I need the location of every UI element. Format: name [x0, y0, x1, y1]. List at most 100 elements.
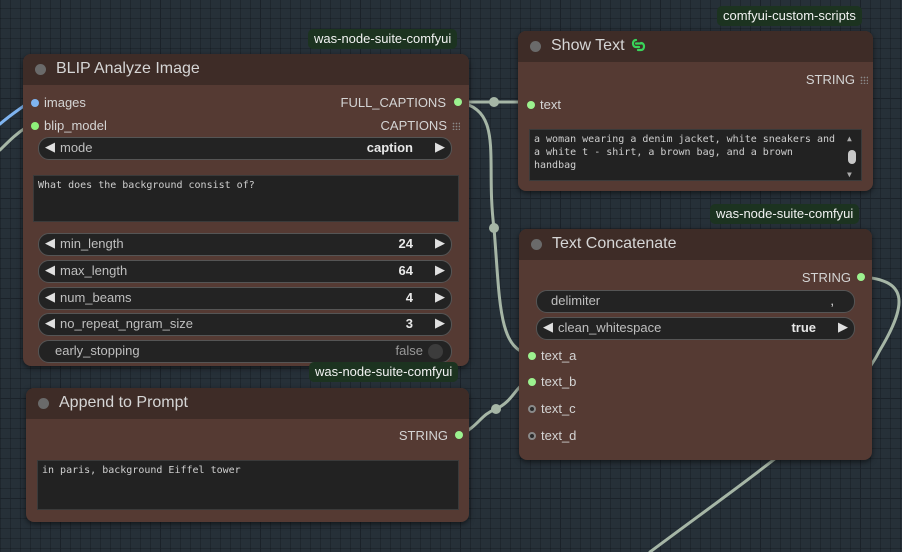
- input-label-text-c: text_c: [541, 401, 576, 416]
- min-length-value: 24: [398, 236, 413, 251]
- no-repeat-ngram-size-value: 3: [405, 316, 413, 331]
- input-slot-text-c[interactable]: text_c: [528, 401, 576, 416]
- append-node-header[interactable]: Append to Prompt: [26, 388, 469, 419]
- no-repeat-ngram-size-number[interactable]: ◀ no_repeat_ngram_size 3 ▶: [38, 313, 452, 336]
- toggle-knob-icon[interactable]: [428, 344, 443, 359]
- question-textarea[interactable]: What does the background consist of?: [33, 175, 459, 222]
- append-source-badge: was-node-suite-comfyui: [309, 362, 459, 382]
- left-arrow-icon[interactable]: ◀: [45, 139, 55, 155]
- concat-node-header[interactable]: Text Concatenate: [519, 229, 872, 260]
- show-text-node-header[interactable]: Show Text: [518, 31, 873, 62]
- output-dot-string-icon[interactable]: [455, 431, 463, 439]
- increment-arrow-icon[interactable]: ▶: [435, 262, 445, 278]
- input-slot-text-b[interactable]: text_b: [528, 374, 577, 389]
- string-slot-dot-icon[interactable]: [528, 352, 536, 360]
- max-length-value: 64: [398, 263, 413, 278]
- blip-node-title: BLIP Analyze Image: [56, 60, 200, 77]
- min-length-label: min_length: [60, 236, 124, 251]
- scroll-down-arrow-icon[interactable]: ▼: [847, 168, 852, 180]
- early-stopping-toggle[interactable]: early_stopping false: [38, 340, 452, 363]
- delimiter-label: delimiter: [551, 293, 601, 308]
- show-text-node[interactable]: Show Text STRING text a woman wearing a …: [518, 31, 873, 191]
- output-dot-full-captions-icon[interactable]: [454, 98, 462, 106]
- input-label-text-d: text_d: [541, 428, 577, 443]
- min-length-number[interactable]: ◀ min_length 24 ▶: [38, 233, 452, 256]
- output-slot-string[interactable]: STRING: [806, 72, 868, 87]
- left-arrow-icon[interactable]: ◀: [543, 319, 553, 335]
- output-dot-string-icon[interactable]: [857, 273, 865, 281]
- input-label-images: images: [44, 95, 86, 110]
- output-slot-string[interactable]: STRING: [802, 270, 851, 285]
- input-label-text-a: text_a: [541, 348, 577, 363]
- input-slot-text[interactable]: text: [527, 97, 561, 112]
- show-text-node-title: Show Text: [551, 37, 625, 54]
- increment-arrow-icon[interactable]: ▶: [435, 315, 445, 331]
- decrement-arrow-icon[interactable]: ◀: [45, 315, 55, 331]
- image-slot-dot-icon[interactable]: [31, 99, 39, 107]
- blip-node-source-badge: was-node-suite-comfyui: [308, 29, 458, 49]
- concat-node-title: Text Concatenate: [552, 235, 677, 252]
- collapse-dot-icon[interactable]: [530, 41, 541, 52]
- clean-whitespace-combo[interactable]: ◀ clean_whitespace true ▶: [536, 317, 855, 340]
- link-reroute-dot: [489, 223, 499, 233]
- append-to-prompt-node[interactable]: Append to Prompt STRING in paris, backgr…: [26, 388, 469, 522]
- list-grid-icon: [860, 76, 868, 84]
- increment-arrow-icon[interactable]: ▶: [435, 289, 445, 305]
- append-textarea[interactable]: in paris, background Eiffel tower: [37, 460, 459, 510]
- decrement-arrow-icon[interactable]: ◀: [45, 235, 55, 251]
- input-slot-text-a[interactable]: text_a: [528, 348, 577, 363]
- input-label-text-b: text_b: [541, 374, 577, 389]
- increment-arrow-icon[interactable]: ▶: [435, 235, 445, 251]
- link-reroute-dot: [489, 97, 499, 107]
- num-beams-label: num_beams: [60, 290, 132, 305]
- max-length-number[interactable]: ◀ max_length 64 ▶: [38, 260, 452, 283]
- max-length-label: max_length: [60, 263, 128, 278]
- output-slot-full-captions[interactable]: FULL_CAPTIONS: [341, 95, 446, 110]
- output-slot-string[interactable]: STRING: [399, 428, 448, 443]
- scrollbar[interactable]: ▲ ▼: [847, 132, 857, 180]
- output-label-string: STRING: [801, 270, 851, 285]
- delimiter-field[interactable]: delimiter ,: [536, 290, 855, 313]
- right-arrow-icon[interactable]: ▶: [435, 139, 445, 155]
- early-stopping-label: early_stopping: [55, 343, 140, 358]
- empty-slot-dot-icon[interactable]: [528, 432, 536, 440]
- clean-whitespace-label: clean_whitespace: [558, 320, 662, 335]
- input-label-blip-model: blip_model: [44, 118, 107, 133]
- input-slot-text-d[interactable]: text_d: [528, 428, 577, 443]
- show-text-title-wrap: Show Text: [551, 37, 647, 55]
- string-slot-dot-icon[interactable]: [528, 378, 536, 386]
- link-reroute-dot: [491, 404, 501, 414]
- output-label-full-captions: FULL_CAPTIONS: [340, 95, 446, 110]
- mode-combo[interactable]: ◀ mode caption ▶: [38, 137, 452, 160]
- input-slot-images[interactable]: images: [31, 95, 86, 110]
- right-arrow-icon[interactable]: ▶: [838, 319, 848, 335]
- early-stopping-value: false: [395, 343, 423, 358]
- decrement-arrow-icon[interactable]: ◀: [45, 289, 55, 305]
- clean-whitespace-value: true: [791, 320, 816, 335]
- collapse-dot-icon[interactable]: [38, 398, 49, 409]
- blip-analyze-image-node[interactable]: BLIP Analyze Image images blip_model FUL…: [23, 54, 469, 366]
- list-grid-icon: [452, 122, 460, 130]
- delimiter-value: ,: [830, 293, 834, 308]
- show-text-textarea[interactable]: a woman wearing a denim jacket, white sn…: [529, 129, 862, 181]
- model-slot-dot-icon[interactable]: [31, 122, 39, 130]
- concat-source-badge: was-node-suite-comfyui: [710, 204, 860, 224]
- output-label-captions: CAPTIONS: [380, 118, 447, 133]
- empty-slot-dot-icon[interactable]: [528, 405, 536, 413]
- scroll-thumb[interactable]: [848, 150, 856, 164]
- mode-label: mode: [60, 140, 93, 155]
- string-slot-dot-icon[interactable]: [527, 101, 535, 109]
- input-label-text: text: [540, 97, 561, 112]
- collapse-dot-icon[interactable]: [531, 239, 542, 250]
- output-slot-captions[interactable]: CAPTIONS: [381, 118, 460, 133]
- blip-node-header[interactable]: BLIP Analyze Image: [23, 54, 469, 85]
- decrement-arrow-icon[interactable]: ◀: [45, 262, 55, 278]
- scroll-up-arrow-icon[interactable]: ▲: [847, 132, 852, 145]
- num-beams-number[interactable]: ◀ num_beams 4 ▶: [38, 287, 452, 310]
- collapse-dot-icon[interactable]: [35, 64, 46, 75]
- link-icon: [631, 38, 645, 52]
- append-node-title: Append to Prompt: [59, 394, 188, 411]
- input-slot-blip-model[interactable]: blip_model: [31, 118, 107, 133]
- no-repeat-ngram-size-label: no_repeat_ngram_size: [60, 316, 193, 331]
- text-concatenate-node[interactable]: Text Concatenate STRING delimiter , ◀ cl…: [519, 229, 872, 460]
